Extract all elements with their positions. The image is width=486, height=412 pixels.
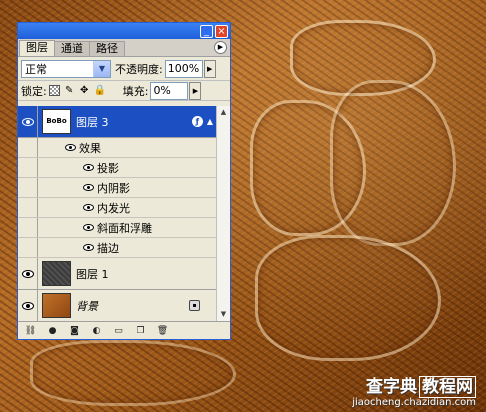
chevron-down-icon[interactable]: ▼ xyxy=(93,60,110,77)
blend-mode-select[interactable]: 正常 ▼ xyxy=(21,59,111,78)
minimize-icon[interactable]: _ xyxy=(200,24,213,38)
visibility-toggle[interactable] xyxy=(18,106,38,137)
eye-icon[interactable] xyxy=(83,244,94,251)
tab-layers[interactable]: 图层 xyxy=(19,40,55,56)
trash-icon[interactable]: 🗑 xyxy=(156,325,169,337)
tab-paths[interactable]: 路径 xyxy=(89,41,125,56)
watermark: 查字典 教程网 jiaocheng.chazidian.com xyxy=(352,376,476,408)
effect-name: 描边 xyxy=(97,241,119,255)
expand-caret-icon[interactable]: ▲ xyxy=(207,117,213,126)
lock-fill-row: 锁定: ✎ ✥ 🔒 填充: 0% ▶ xyxy=(18,81,230,101)
visibility-toggle[interactable] xyxy=(18,290,38,321)
row-spacer xyxy=(18,178,38,197)
effect-row[interactable]: 斜面和浮雕 xyxy=(18,218,216,238)
layers-panel: _ × 图层 通道 路径 ▶ 正常 ▼ 不透明度: 100% ▶ 锁定: ✎ ✥… xyxy=(17,22,231,340)
fill-label: 填充: xyxy=(122,84,149,98)
fx-icon[interactable]: ƒ xyxy=(191,116,203,127)
effect-row[interactable]: 内发光 xyxy=(18,198,216,218)
effect-name: 投影 xyxy=(97,161,119,175)
eye-icon xyxy=(21,269,34,278)
effect-name: 斜面和浮雕 xyxy=(97,221,152,235)
layer-thumbnail: BoBo xyxy=(42,109,71,134)
add-mask-icon[interactable]: ◙ xyxy=(68,325,81,337)
panel-tabs: 图层 通道 路径 ▶ xyxy=(18,39,230,57)
opacity-slider-button[interactable]: ▶ xyxy=(203,59,216,78)
opacity-input[interactable]: 100% xyxy=(164,59,203,78)
lock-icon: ▪ xyxy=(189,300,200,311)
panel-menu-icon[interactable]: ▶ xyxy=(214,41,227,54)
panel-titlebar[interactable]: _ × xyxy=(18,23,230,39)
new-layer-icon[interactable]: ❐ xyxy=(134,325,147,337)
eye-icon xyxy=(21,117,34,126)
watermark-left: 查字典 xyxy=(366,377,417,397)
layer-thumbnail xyxy=(42,293,71,318)
effect-row[interactable]: 内阴影 xyxy=(18,178,216,198)
tab-channels[interactable]: 通道 xyxy=(54,41,90,56)
blend-opacity-row: 正常 ▼ 不透明度: 100% ▶ xyxy=(18,57,230,81)
layer-row-layer1[interactable]: 图层 1 xyxy=(18,258,216,290)
blend-mode-value: 正常 xyxy=(25,62,47,76)
effect-name: 内阴影 xyxy=(97,181,130,195)
add-style-icon[interactable]: ● xyxy=(46,325,59,337)
eye-icon[interactable] xyxy=(83,164,94,171)
effect-row[interactable]: 投影 xyxy=(18,158,216,178)
lock-all-icon[interactable]: 🔒 xyxy=(94,85,106,96)
lock-paint-icon[interactable]: ✎ xyxy=(64,85,75,96)
layer-name[interactable]: 图层 3 xyxy=(76,114,192,130)
layer-thumbnail xyxy=(42,261,71,286)
eye-icon[interactable] xyxy=(83,224,94,231)
lock-transparency-icon[interactable] xyxy=(48,85,60,96)
layers-list: BoBo 图层 3 ƒ ▲ 效果 投影 内阴影 内发光 斜面和浮雕 描边 图层 … xyxy=(18,106,216,321)
layers-scrollbar[interactable]: ▲ ▼ xyxy=(216,106,230,321)
panel-bottom-toolbar: ⛓ ● ◙ ◐ ▭ ❐ 🗑 xyxy=(18,321,230,339)
eye-icon xyxy=(21,301,34,310)
row-spacer xyxy=(18,138,38,157)
effects-label: 效果 xyxy=(79,141,101,155)
fill-input[interactable]: 0% xyxy=(150,81,189,100)
scroll-down-icon[interactable]: ▼ xyxy=(217,308,230,321)
adjustment-layer-icon[interactable]: ◐ xyxy=(90,325,103,337)
visibility-toggle[interactable] xyxy=(18,258,38,289)
row-spacer xyxy=(18,198,38,217)
close-icon[interactable]: × xyxy=(215,24,228,38)
effects-header-row[interactable]: 效果 xyxy=(18,138,216,158)
layer-row-layer3[interactable]: BoBo 图层 3 ƒ ▲ xyxy=(18,106,216,138)
layer-name[interactable]: 图层 1 xyxy=(76,266,216,282)
effect-name: 内发光 xyxy=(97,201,130,215)
lock-move-icon[interactable]: ✥ xyxy=(79,85,90,96)
new-group-icon[interactable]: ▭ xyxy=(112,325,125,337)
link-icon[interactable]: ⛓ xyxy=(24,325,37,337)
layer-row-background[interactable]: 背景 ▪ xyxy=(18,290,216,321)
row-spacer xyxy=(18,238,38,257)
opacity-label: 不透明度: xyxy=(115,62,163,76)
scroll-up-icon[interactable]: ▲ xyxy=(217,106,230,119)
lock-label: 锁定: xyxy=(21,84,47,98)
fill-slider-button[interactable]: ▶ xyxy=(189,81,202,100)
eye-icon[interactable] xyxy=(65,144,76,151)
layer-name[interactable]: 背景 xyxy=(76,298,189,314)
watermark-url: jiaocheng.chazidian.com xyxy=(352,397,476,408)
row-spacer xyxy=(18,158,38,177)
effect-row[interactable]: 描边 xyxy=(18,238,216,258)
eye-icon[interactable] xyxy=(83,184,94,191)
eye-icon[interactable] xyxy=(83,204,94,211)
row-spacer xyxy=(18,218,38,237)
watermark-right: 教程网 xyxy=(419,376,476,398)
